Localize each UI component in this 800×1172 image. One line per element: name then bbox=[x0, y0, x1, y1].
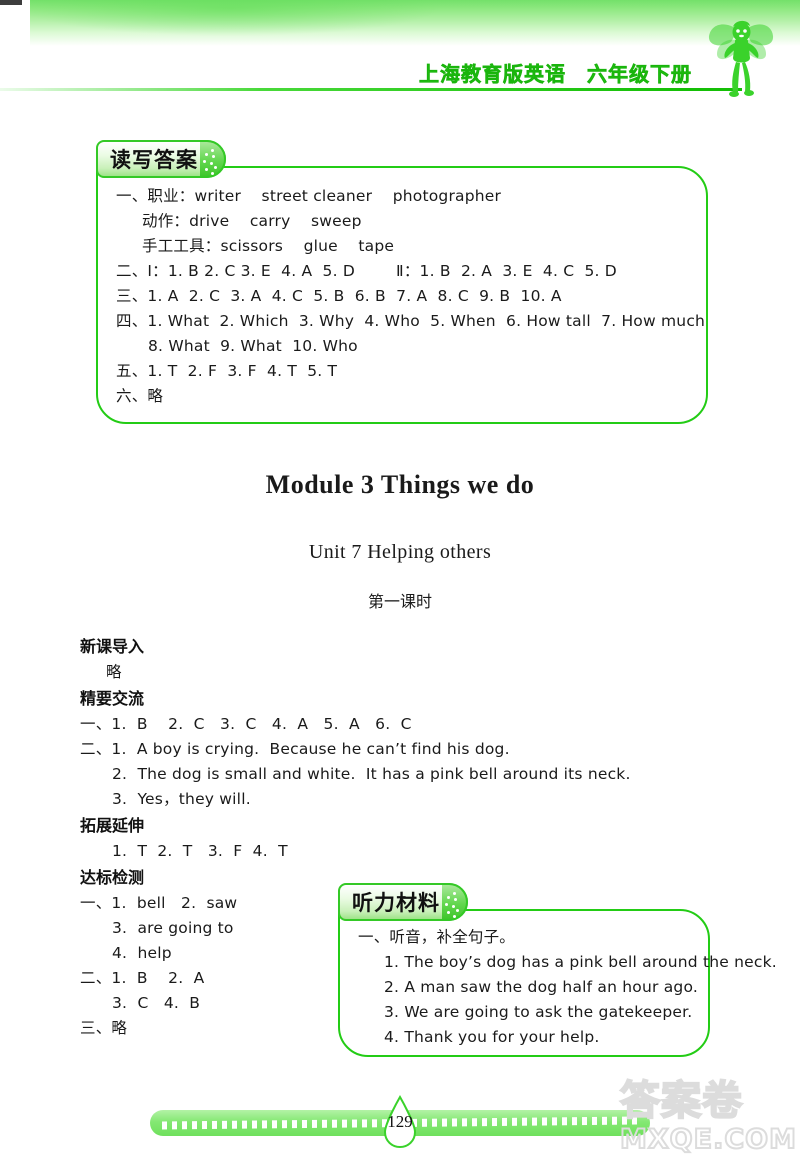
page-number: 129 bbox=[387, 1112, 413, 1131]
section-heading: 拓展延伸 bbox=[80, 816, 145, 835]
answer-line: 略 bbox=[106, 663, 122, 681]
period-title: 第一课时 bbox=[367, 592, 432, 611]
read-write-box-body: 一、职业：writer street cleaner photographer … bbox=[98, 168, 706, 421]
listening-line: 一、听音，补全句子。 bbox=[358, 928, 516, 946]
page-title: 上海教育版英语 六年级下册 bbox=[419, 62, 692, 87]
listening-box-tab: 听力材料 bbox=[338, 883, 468, 921]
section-heading: 新课导入 bbox=[80, 637, 145, 656]
listening-box-tab-label: 听力材料 bbox=[352, 891, 440, 915]
read-write-answer-box: 读写答案 一、职业：writer street cleaner photogra… bbox=[96, 138, 708, 424]
answer-line: 二、1. A boy is crying. Because he can’t f… bbox=[80, 740, 510, 758]
listening-box-body: 一、听音，补全句子。 1. The boy’s dog has a pink b… bbox=[340, 911, 777, 1062]
tab-dots-decoration bbox=[199, 147, 219, 175]
answer-line: 手工工具：scissors glue tape bbox=[142, 237, 395, 255]
module-title: Module 3 Things we do bbox=[265, 470, 535, 499]
listening-line: 4. Thank you for your help. bbox=[384, 1028, 600, 1046]
header-divider-rule bbox=[0, 88, 742, 91]
listening-line: 1. The boy’s dog has a pink bell around … bbox=[384, 953, 777, 971]
listening-line: 3. We are going to ask the gatekeeper. bbox=[384, 1003, 693, 1021]
answer-line: 一、1. B 2. C 3. C 4. A 5. A 6. C bbox=[80, 715, 412, 733]
answer-line: 一、职业：writer street cleaner photographer bbox=[116, 187, 502, 205]
listening-line: 2. A man saw the dog half an hour ago. bbox=[384, 978, 698, 996]
answer-line: 六、略 bbox=[116, 387, 164, 405]
answer-line: 8. What 9. What 10. Who bbox=[148, 337, 358, 355]
listening-material-box: 听力材料 一、听音，补全句子。 1. The boy’s dog has a p… bbox=[338, 881, 777, 1057]
answer-line: 3. Yes，they will. bbox=[112, 790, 251, 808]
read-write-box-tab: 读写答案 bbox=[96, 140, 226, 178]
answer-line: 五、1. T 2. F 3. F 4. T 5. T bbox=[116, 362, 338, 380]
unit-title: Unit 7 Helping others bbox=[308, 541, 492, 563]
fairy-icon bbox=[708, 20, 774, 97]
answer-line: 2. The dog is small and white. It has a … bbox=[112, 765, 631, 783]
answer-line: 三、1. A 2. C 3. A 4. C 5. B 6. B 7. A 8. … bbox=[116, 287, 562, 305]
tab-dots-decoration bbox=[441, 890, 461, 918]
header-green-band-glow bbox=[30, 0, 800, 60]
answer-line: 二、Ⅰ：1. B 2. C 3. E 4. A 5. D Ⅱ：1. B 2. A… bbox=[116, 262, 617, 280]
answer-line: 四、1. What 2. Which 3. Why 4. Who 5. When… bbox=[116, 312, 706, 330]
answer-line: 动作：drive carry sweep bbox=[142, 212, 362, 230]
section-heading: 精要交流 bbox=[80, 689, 145, 708]
top-corner-mark bbox=[0, 0, 22, 5]
read-write-box-tab-label: 读写答案 bbox=[110, 148, 198, 172]
answer-line: 1. T 2. T 3. F 4. T bbox=[112, 842, 288, 860]
